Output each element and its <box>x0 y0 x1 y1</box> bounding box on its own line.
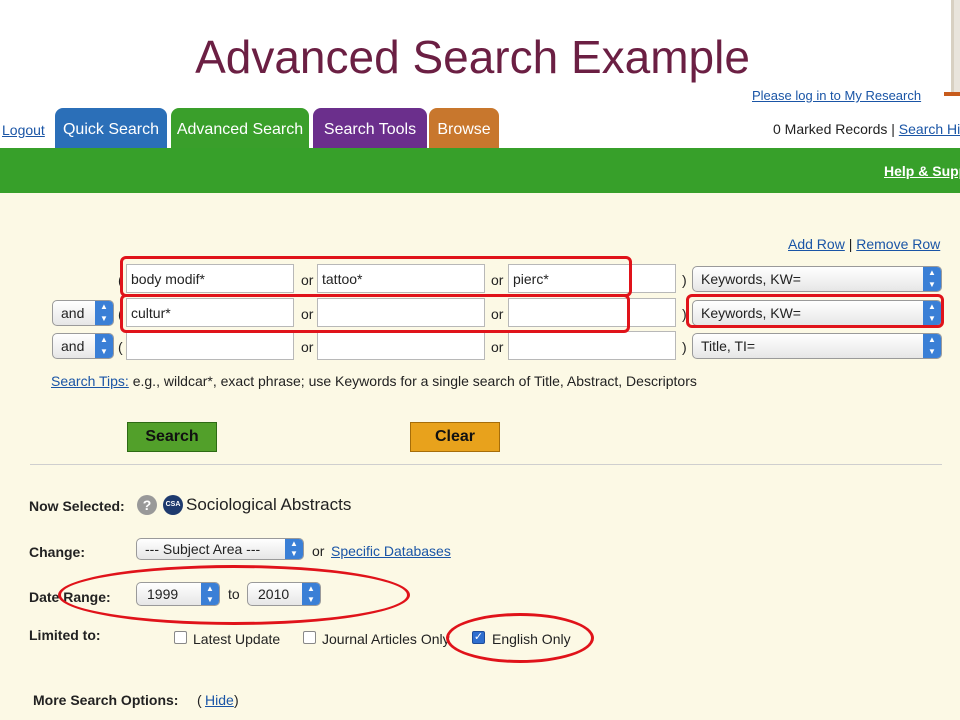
help-icon[interactable]: ? <box>137 495 157 515</box>
open-paren: ( <box>118 306 123 322</box>
field-select[interactable]: Title, TI= ▲ ▼ <box>692 333 942 359</box>
date-range-label: Date Range: <box>29 589 111 605</box>
boolean-select[interactable]: and ▲ ▼ <box>52 333 114 359</box>
open-paren: ( <box>118 272 123 288</box>
boolean-select-value: and <box>61 338 85 354</box>
or-label: or <box>301 306 314 322</box>
remove-row-link[interactable]: Remove Row <box>856 236 940 252</box>
search-term-input[interactable] <box>126 331 294 360</box>
open-paren: ( <box>118 339 123 355</box>
select-arrows-icon: ▲ ▼ <box>285 539 303 559</box>
close-paren: ) <box>682 306 687 322</box>
specific-databases-link[interactable]: Specific Databases <box>331 543 451 559</box>
date-from-value: 1999 <box>147 586 179 602</box>
search-tips: Search Tips: e.g., wildcar*, exact phras… <box>51 373 697 389</box>
search-term-input[interactable]: cultur* <box>126 298 294 327</box>
search-tips-text: e.g., wildcar*, exact phrase; use Keywor… <box>132 373 697 389</box>
change-label: Change: <box>29 544 85 560</box>
tab-advanced-search[interactable]: Advanced Search <box>171 108 309 148</box>
date-to-select[interactable]: 2010 ▲ ▼ <box>247 582 321 606</box>
search-term-input[interactable] <box>508 331 676 360</box>
select-arrows-icon: ▲ ▼ <box>923 267 941 291</box>
selected-database: Sociological Abstracts <box>186 495 352 514</box>
boolean-select-value: and <box>61 305 85 321</box>
top-bar: Please log in to My Research Logout Quic… <box>0 88 960 148</box>
search-term-input[interactable]: tattoo* <box>317 264 485 293</box>
or-label: or <box>301 272 314 288</box>
search-button[interactable]: Search <box>127 422 217 452</box>
tab-quick-search[interactable]: Quick Search <box>55 108 167 148</box>
search-term-input[interactable] <box>508 298 676 327</box>
field-select[interactable]: Keywords, KW= ▲ ▼ <box>692 266 942 292</box>
login-link[interactable]: Please log in to My Research <box>752 88 921 103</box>
subject-area-value: --- Subject Area --- <box>145 541 261 557</box>
more-options-label: More Search Options: <box>33 692 179 708</box>
date-from-select[interactable]: 1999 ▲ ▼ <box>136 582 220 606</box>
english-only-label: English Only <box>492 631 571 647</box>
or-label: or <box>491 272 504 288</box>
field-select-value: Title, TI= <box>701 338 756 354</box>
hide-link[interactable]: Hide <box>205 692 234 708</box>
journal-articles-checkbox[interactable] <box>303 631 316 644</box>
english-only-checkbox[interactable]: ✓ <box>472 631 485 644</box>
marked-records: 0 Marked Records | Search History <box>773 121 960 137</box>
row-controls: Add Row | Remove Row <box>788 236 940 252</box>
select-arrows-icon: ▲ ▼ <box>302 583 320 605</box>
marked-records-count: 0 Marked Records | <box>773 121 895 137</box>
select-arrows-icon: ▲ ▼ <box>923 301 941 325</box>
divider <box>30 464 942 465</box>
journal-articles-label: Journal Articles Only <box>322 631 450 647</box>
close-paren: ) <box>682 339 687 355</box>
field-select-value: Keywords, KW= <box>701 305 801 321</box>
search-history-link[interactable]: Search History <box>899 121 960 137</box>
search-tips-link[interactable]: Search Tips: <box>51 373 129 389</box>
select-arrows-icon: ▲ ▼ <box>95 334 113 358</box>
date-to-value: 2010 <box>258 586 290 602</box>
subject-area-select[interactable]: --- Subject Area --- ▲ ▼ <box>136 538 304 560</box>
or-text: or <box>312 543 325 559</box>
add-row-link[interactable]: Add Row <box>788 236 845 252</box>
or-label: or <box>491 306 504 322</box>
to-text: to <box>228 586 240 602</box>
field-select[interactable]: Keywords, KW= ▲ ▼ <box>692 300 942 326</box>
tab-search-tools[interactable]: Search Tools <box>313 108 427 148</box>
slide-title: Advanced Search Example <box>195 31 750 83</box>
latest-update-checkbox[interactable] <box>174 631 187 644</box>
corner-decoration <box>951 0 960 92</box>
tab-browse[interactable]: Browse <box>429 108 499 148</box>
hide-close-paren: ) <box>234 692 239 708</box>
help-support-link[interactable]: Help & Support <box>884 163 960 179</box>
select-arrows-icon: ▲ ▼ <box>923 334 941 358</box>
select-arrows-icon: ▲ ▼ <box>95 301 113 325</box>
row-links-separator: | <box>848 236 853 252</box>
search-term-input[interactable]: pierc* <box>508 264 676 293</box>
close-paren: ) <box>682 272 687 288</box>
search-term-input[interactable] <box>317 298 485 327</box>
or-label: or <box>301 339 314 355</box>
or-label: or <box>491 339 504 355</box>
clear-button[interactable]: Clear <box>410 422 500 452</box>
logout-link[interactable]: Logout <box>2 122 45 138</box>
field-select-value: Keywords, KW= <box>701 271 801 287</box>
screenshot: Please log in to My Research Logout Quic… <box>0 88 960 720</box>
search-term-input[interactable] <box>317 331 485 360</box>
green-nav-bar: Help & Support <box>0 148 960 193</box>
csa-logo-icon: CSA <box>163 495 183 515</box>
search-term-input[interactable]: body modif* <box>126 264 294 293</box>
select-arrows-icon: ▲ ▼ <box>201 583 219 605</box>
latest-update-label: Latest Update <box>193 631 281 647</box>
now-selected-label: Now Selected: <box>29 498 125 514</box>
hide-open-paren: ( <box>197 692 202 708</box>
limited-to-label: Limited to: <box>29 627 101 643</box>
boolean-select[interactable]: and ▲ ▼ <box>52 300 114 326</box>
